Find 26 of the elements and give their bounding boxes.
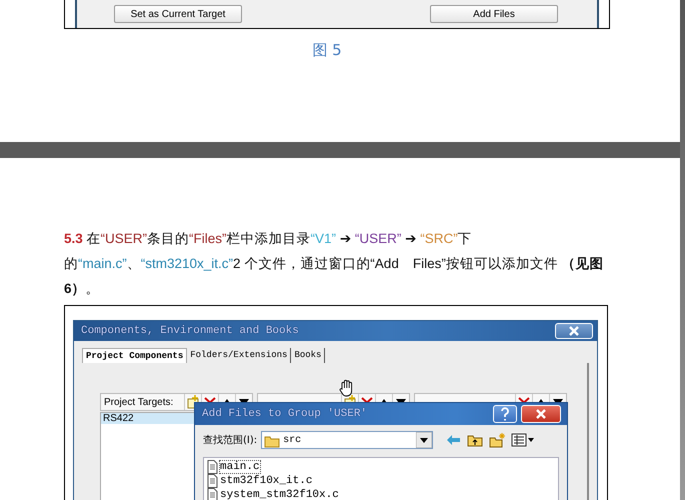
question-mark-icon [501,407,509,421]
tab[interactable]: Books [291,348,326,363]
dropdown-arrow-icon [416,432,432,448]
help-button[interactable] [493,405,517,423]
list-label: Project Targets: [103,396,174,408]
dropdown-value: src [283,434,302,446]
file-name[interactable]: system_stm32f10x.c [219,488,340,500]
file-icon [207,474,218,488]
close-button[interactable] [555,323,593,339]
look-in-label: 查找范围(I): [203,434,258,447]
file-name[interactable]: main.c [219,460,261,474]
tab[interactable]: Project Components [82,348,188,363]
window-title: Components, Environment and Books [81,325,299,337]
file-icon [207,460,218,474]
add-files-button[interactable]: Add Files [430,5,558,23]
paragraph: 5.3 在“USER”条目的“Files”栏中添加目录“V1” ➔ “USER” ➔ “SRC”下的“main.c”、“stm3210x_it.c”2 个文件，通过窗口的“Add Files”按钮可以添加文件 （见图 6）。 [64,230,605,298]
close-icon [536,409,546,419]
file-name[interactable]: stm32f10x_it.c [219,474,314,488]
tab[interactable]: Folders/Extensions [187,348,292,363]
view-menu-icon[interactable] [511,432,536,448]
close-icon [569,326,579,336]
close-button[interactable] [521,405,561,423]
new-folder-icon[interactable] [489,432,508,448]
look-in-dropdown[interactable]: src [261,431,434,449]
figure-caption: 图 5 [311,41,343,60]
set-target-button[interactable]: Set as Current Target [114,5,242,23]
